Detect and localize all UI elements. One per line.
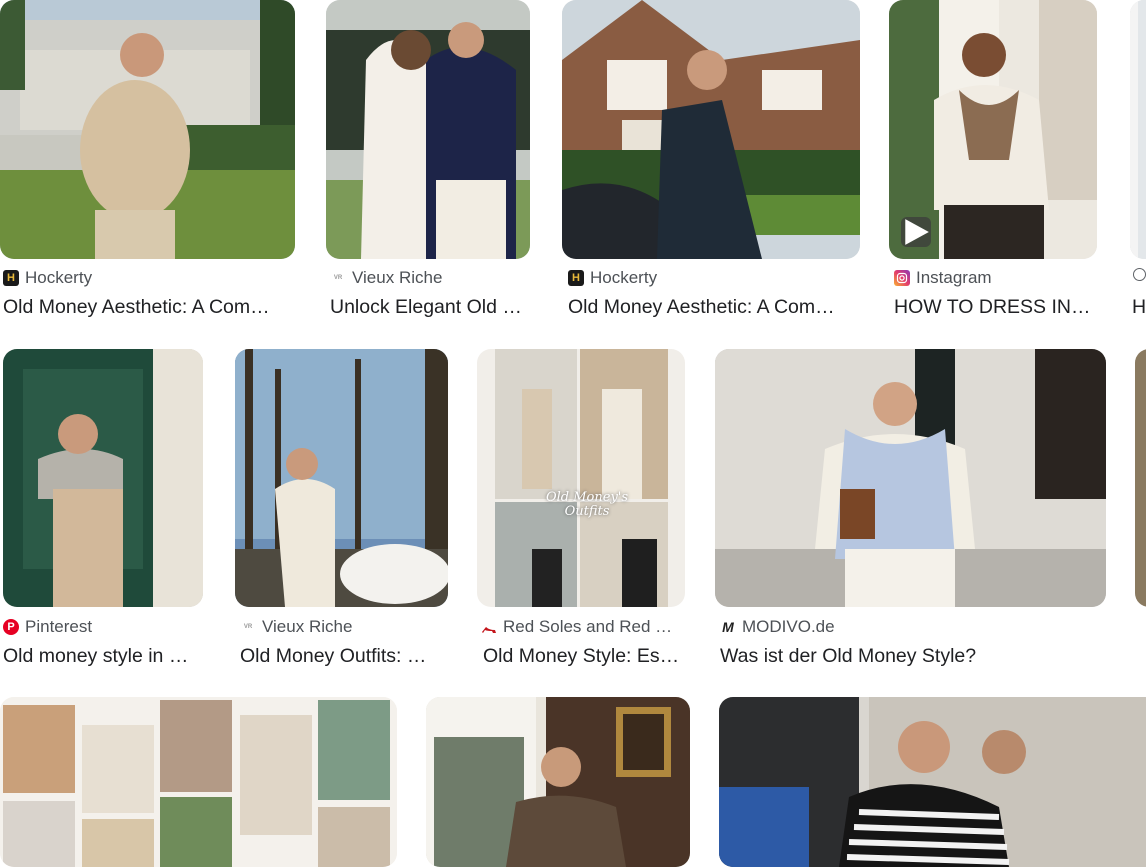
result-thumbnail[interactable] [889, 0, 1097, 259]
hockerty-icon: H [3, 270, 19, 286]
result-thumbnail[interactable] [719, 697, 1146, 867]
result-thumbnail[interactable] [235, 349, 448, 607]
result-thumbnail[interactable] [3, 349, 203, 607]
result-thumbnail[interactable] [0, 697, 397, 867]
result-source: Vieux Riche [352, 268, 443, 287]
result-title[interactable]: Old Money Aesthetic: A Com… [568, 296, 848, 319]
vieux-riche-icon: VR [240, 619, 256, 635]
result-thumbnail[interactable] [0, 0, 295, 259]
result-source: MODIVO.de [742, 617, 835, 636]
result-thumbnail[interactable] [1130, 0, 1146, 259]
result-title[interactable]: Unlock Elegant Old … [330, 296, 530, 319]
globe-icon [1133, 268, 1146, 281]
result-title[interactable]: HOW TO DRESS IN … [894, 296, 1094, 319]
modivo-icon: M [722, 619, 734, 635]
result-source: Hockerty [590, 268, 658, 287]
result-title[interactable]: Old Money Outfits: … [240, 645, 450, 668]
result-title[interactable]: Was ist der Old Money Style? [720, 645, 1100, 668]
red-heel-icon [481, 619, 497, 635]
result-source: Instagram [916, 268, 992, 287]
pinterest-icon: P [3, 619, 19, 635]
result-thumbnail[interactable] [1135, 349, 1146, 607]
result-source: Red Soles and Red … [503, 617, 673, 636]
play-icon [901, 217, 931, 247]
result-title[interactable]: Old Money Style: Es… [483, 645, 683, 668]
result-thumbnail[interactable] [562, 0, 860, 259]
hockerty-icon: H [568, 270, 584, 286]
result-title[interactable]: H [1132, 296, 1146, 319]
result-thumbnail[interactable] [326, 0, 530, 259]
result-title[interactable]: Old Money Aesthetic: A Com… [3, 296, 293, 319]
result-source: Pinterest [25, 617, 93, 636]
result-source: Hockerty [25, 268, 93, 287]
vieux-riche-icon: VR [330, 270, 346, 286]
result-thumbnail[interactable] [715, 349, 1106, 607]
result-title[interactable]: Old money style in … [3, 645, 203, 668]
result-thumbnail[interactable] [426, 697, 690, 867]
instagram-icon [894, 270, 910, 286]
collage-caption: Old Money's Outfits [545, 490, 629, 520]
result-thumbnail[interactable]: Old Money's Outfits [477, 349, 685, 607]
result-source: Vieux Riche [262, 617, 353, 636]
